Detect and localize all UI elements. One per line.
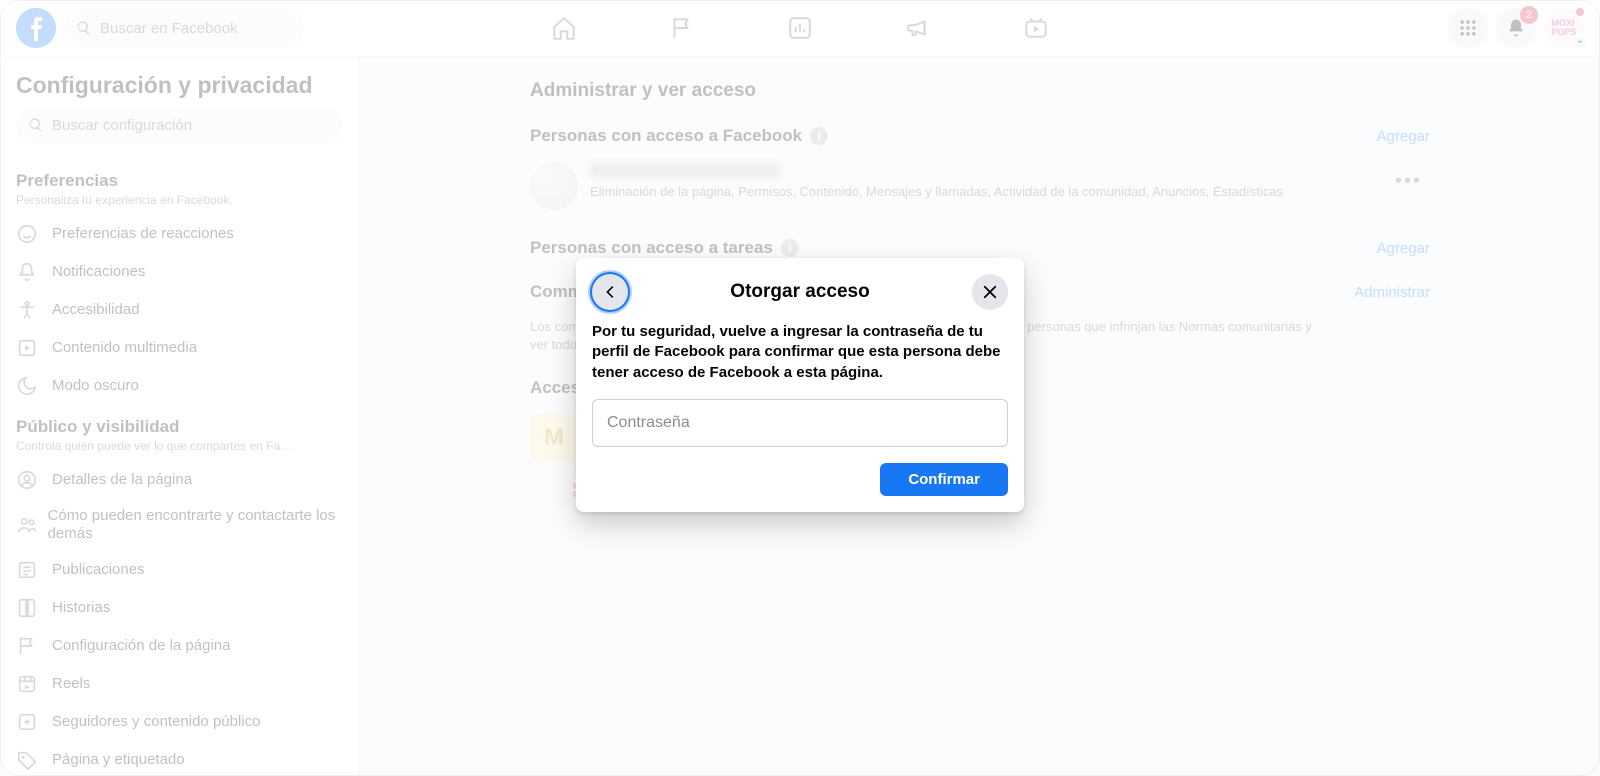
arrow-left-icon [601, 283, 619, 301]
confirm-button[interactable]: Confirmar [880, 463, 1008, 496]
password-input[interactable] [592, 399, 1008, 447]
grant-access-modal: Otorgar acceso Por tu seguridad, vuelve … [576, 258, 1024, 512]
close-icon [981, 283, 999, 301]
modal-back-button[interactable] [592, 274, 628, 310]
modal-body-text: Por tu seguridad, vuelve a ingresar la c… [592, 322, 1008, 383]
modal-close-button[interactable] [972, 274, 1008, 310]
modal-title: Otorgar acceso [730, 281, 869, 303]
